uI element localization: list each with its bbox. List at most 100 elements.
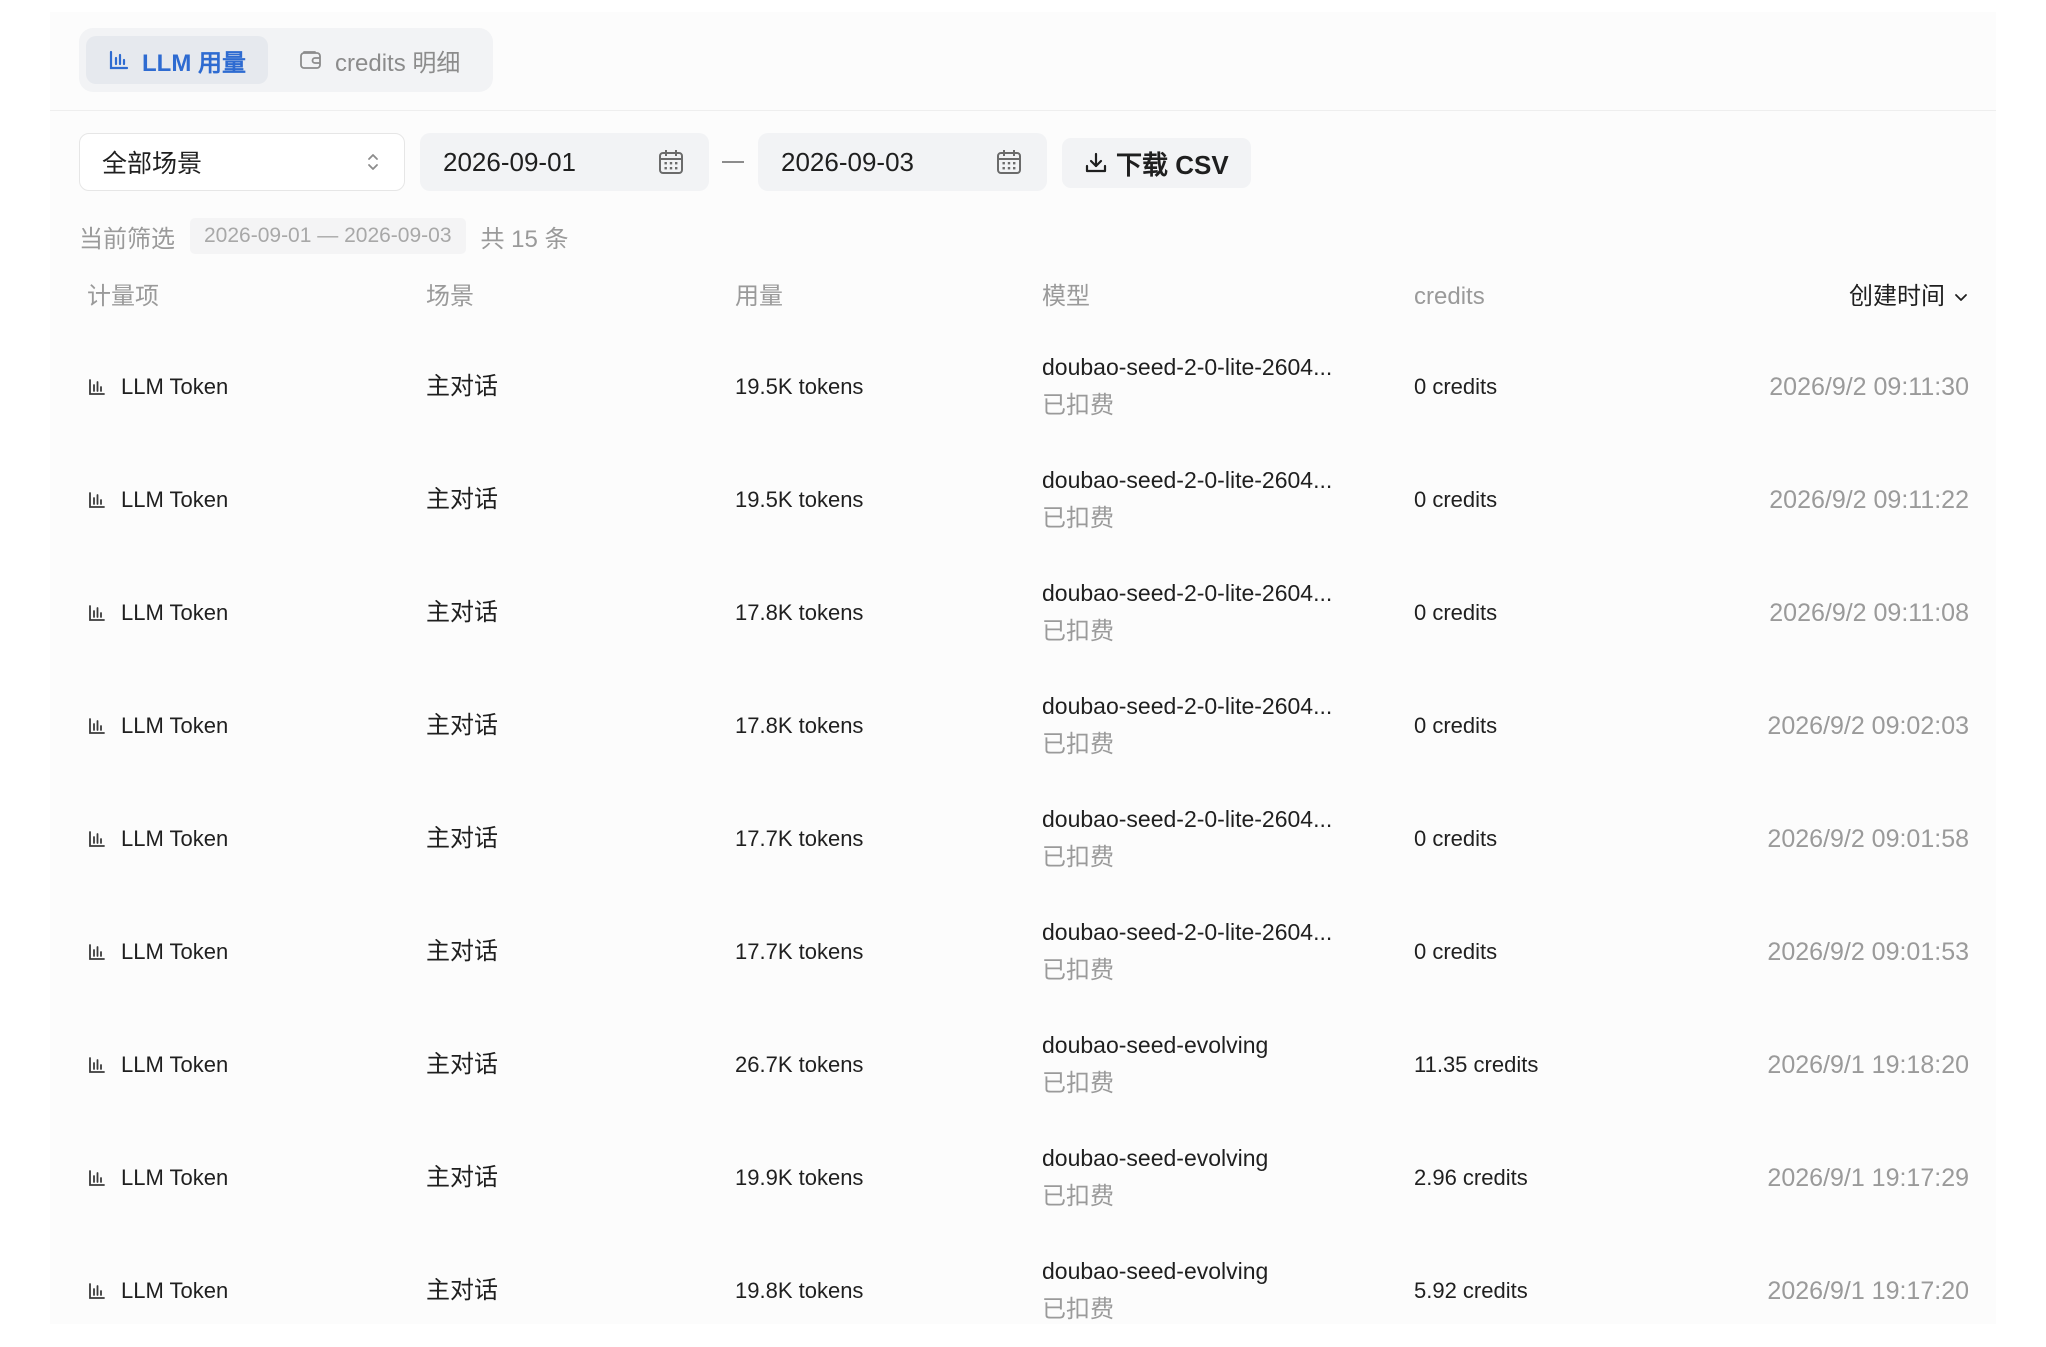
table-row[interactable]: LLM Token 主对话 17.8K tokens doubao-seed-2-0-… [79, 556, 1979, 669]
created-time-cell: 2026/9/1 19:17:20 [1767, 1277, 1969, 1305]
scene-cell: 主对话 [426, 1277, 498, 1304]
created-time-cell: 2026/9/1 19:17:29 [1767, 1164, 1969, 1192]
created-time-cell: 2026/9/2 09:11:22 [1769, 486, 1969, 514]
filter-summary: 当前筛选 2026-09-01 — 2026-09-03 共 15 条 [79, 218, 569, 254]
usage-cell: 19.8K tokens [735, 1278, 864, 1303]
credits-cell: 5.92 credits [1414, 1278, 1528, 1303]
charge-status: 已扣费 [1042, 844, 1114, 871]
column-header-scene: 场景 [426, 283, 474, 310]
bar-chart-icon [87, 829, 107, 849]
scene-cell: 主对话 [426, 1164, 498, 1191]
download-csv-button[interactable]: 下载 CSV [1062, 138, 1251, 188]
wallet-icon [299, 49, 323, 71]
model-cell: doubao-seed-2-0-lite-2604... 已扣费 [1042, 352, 1332, 423]
charge-status: 已扣费 [1042, 1183, 1114, 1210]
column-header-item: 计量项 [87, 283, 159, 310]
model-name: doubao-seed-2-0-lite-2604... [1042, 806, 1333, 832]
model-cell: doubao-seed-2-0-lite-2604... 已扣费 [1042, 691, 1332, 762]
chevron-up-down-icon [366, 151, 380, 173]
usage-cell: 17.8K tokens [735, 713, 864, 738]
bar-chart-icon [87, 490, 107, 510]
column-header-model: 模型 [1042, 283, 1090, 310]
end-date-field[interactable]: 2026-09-03 [758, 133, 1047, 191]
scene-cell: 主对话 [426, 712, 498, 739]
chevron-down-icon [1953, 289, 1969, 305]
item-cell: LLM Token [87, 711, 228, 741]
tab-label: LLM 用量 [142, 49, 246, 77]
charge-status: 已扣费 [1042, 731, 1114, 758]
scene-cell: 主对话 [426, 1051, 498, 1078]
column-header-usage: 用量 [735, 283, 783, 310]
start-date-field[interactable]: 2026-09-01 [420, 133, 709, 191]
item-cell: LLM Token [87, 485, 228, 515]
table-row[interactable]: LLM Token 主对话 19.5K tokens doubao-seed-2-0-… [79, 443, 1979, 556]
usage-cell: 17.8K tokens [735, 600, 864, 625]
item-label: LLM Token [121, 1165, 229, 1190]
model-cell: doubao-seed-evolving 已扣费 [1042, 1030, 1268, 1101]
table-row[interactable]: LLM Token 主对话 19.5K tokens doubao-seed-2-0-… [79, 330, 1979, 443]
created-time-cell: 2026/9/2 09:02:03 [1767, 712, 1969, 740]
usage-cell: 17.7K tokens [735, 939, 864, 964]
table-row[interactable]: LLM Token 主对话 17.7K tokens doubao-seed-2-0-… [79, 782, 1979, 895]
table-row[interactable]: LLM Token 主对话 19.8K tokens doubao-seed-evol… [79, 1234, 1979, 1347]
download-csv-label: 下载 CSV [1116, 149, 1229, 180]
bar-chart-icon [87, 942, 107, 962]
tab-bar: LLM 用量 credits 明细 [79, 28, 493, 92]
download-icon [1084, 151, 1108, 175]
item-label: LLM Token [121, 600, 229, 625]
model-cell: doubao-seed-2-0-lite-2604... 已扣费 [1042, 465, 1332, 536]
item-cell: LLM Token [87, 372, 228, 402]
scene-cell: 主对话 [426, 938, 498, 965]
credits-cell: 0 credits [1414, 713, 1498, 738]
bar-chart-icon [87, 603, 107, 623]
item-cell: LLM Token [87, 1276, 228, 1306]
bar-chart-icon [87, 377, 107, 397]
credits-cell: 0 credits [1414, 600, 1498, 625]
column-header-created-time[interactable]: 创建时间 [1849, 280, 1969, 314]
bar-chart-icon [87, 1168, 107, 1188]
model-name: doubao-seed-2-0-lite-2604... [1042, 580, 1333, 606]
table-row[interactable]: LLM Token 主对话 17.7K tokens doubao-seed-2-0-… [79, 895, 1979, 1008]
model-cell: doubao-seed-2-0-lite-2604... 已扣费 [1042, 578, 1332, 649]
item-cell: LLM Token [87, 937, 228, 967]
item-label: LLM Token [121, 374, 229, 399]
created-time-cell: 2026/9/1 19:18:20 [1767, 1051, 1969, 1079]
table-row[interactable]: LLM Token 主对话 26.7K tokens doubao-seed-evol… [79, 1008, 1979, 1121]
usage-cell: 19.5K tokens [735, 487, 864, 512]
credits-cell: 0 credits [1414, 826, 1498, 851]
bar-chart-icon [87, 1055, 107, 1075]
model-cell: doubao-seed-evolving 已扣费 [1042, 1143, 1268, 1214]
usage-cell: 19.5K tokens [735, 374, 864, 399]
model-name: doubao-seed-evolving [1042, 1258, 1269, 1284]
model-name: doubao-seed-2-0-lite-2604... [1042, 467, 1333, 493]
charge-status: 已扣费 [1042, 505, 1114, 532]
item-label: LLM Token [121, 713, 229, 738]
item-cell: LLM Token [87, 1163, 228, 1193]
calendar-icon[interactable] [657, 148, 685, 176]
model-name: doubao-seed-evolving [1042, 1032, 1269, 1058]
column-header-credits: credits [1414, 283, 1485, 310]
usage-cell: 26.7K tokens [735, 1052, 864, 1077]
charge-status: 已扣费 [1042, 618, 1114, 645]
model-name: doubao-seed-2-0-lite-2604... [1042, 693, 1333, 719]
end-date-value: 2026-09-03 [781, 146, 914, 177]
start-date-value: 2026-09-01 [443, 146, 576, 177]
bar-chart-icon [87, 716, 107, 736]
item-label: LLM Token [121, 1052, 229, 1077]
created-time-cell: 2026/9/2 09:11:08 [1769, 599, 1969, 627]
created-time-cell: 2026/9/2 09:01:58 [1767, 825, 1969, 853]
summary-label: 当前筛选 [79, 225, 175, 253]
item-label: LLM Token [121, 487, 229, 512]
model-cell: doubao-seed-2-0-lite-2604... 已扣费 [1042, 917, 1332, 988]
model-name: doubao-seed-2-0-lite-2604... [1042, 919, 1333, 945]
credits-cell: 2.96 credits [1414, 1165, 1528, 1190]
scene-select[interactable]: 全部场景 [79, 133, 405, 191]
item-cell: LLM Token [87, 598, 228, 628]
model-name: doubao-seed-evolving [1042, 1145, 1269, 1171]
tab-llm-usage[interactable]: LLM 用量 [86, 36, 268, 84]
tab-credits-detail[interactable]: credits 明细 [277, 36, 483, 84]
calendar-icon[interactable] [995, 148, 1023, 176]
table-row[interactable]: LLM Token 主对话 17.8K tokens doubao-seed-2-0-… [79, 669, 1979, 782]
table-row[interactable]: LLM Token 主对话 19.9K tokens doubao-seed-evol… [79, 1121, 1979, 1234]
usage-cell: 17.7K tokens [735, 826, 864, 851]
